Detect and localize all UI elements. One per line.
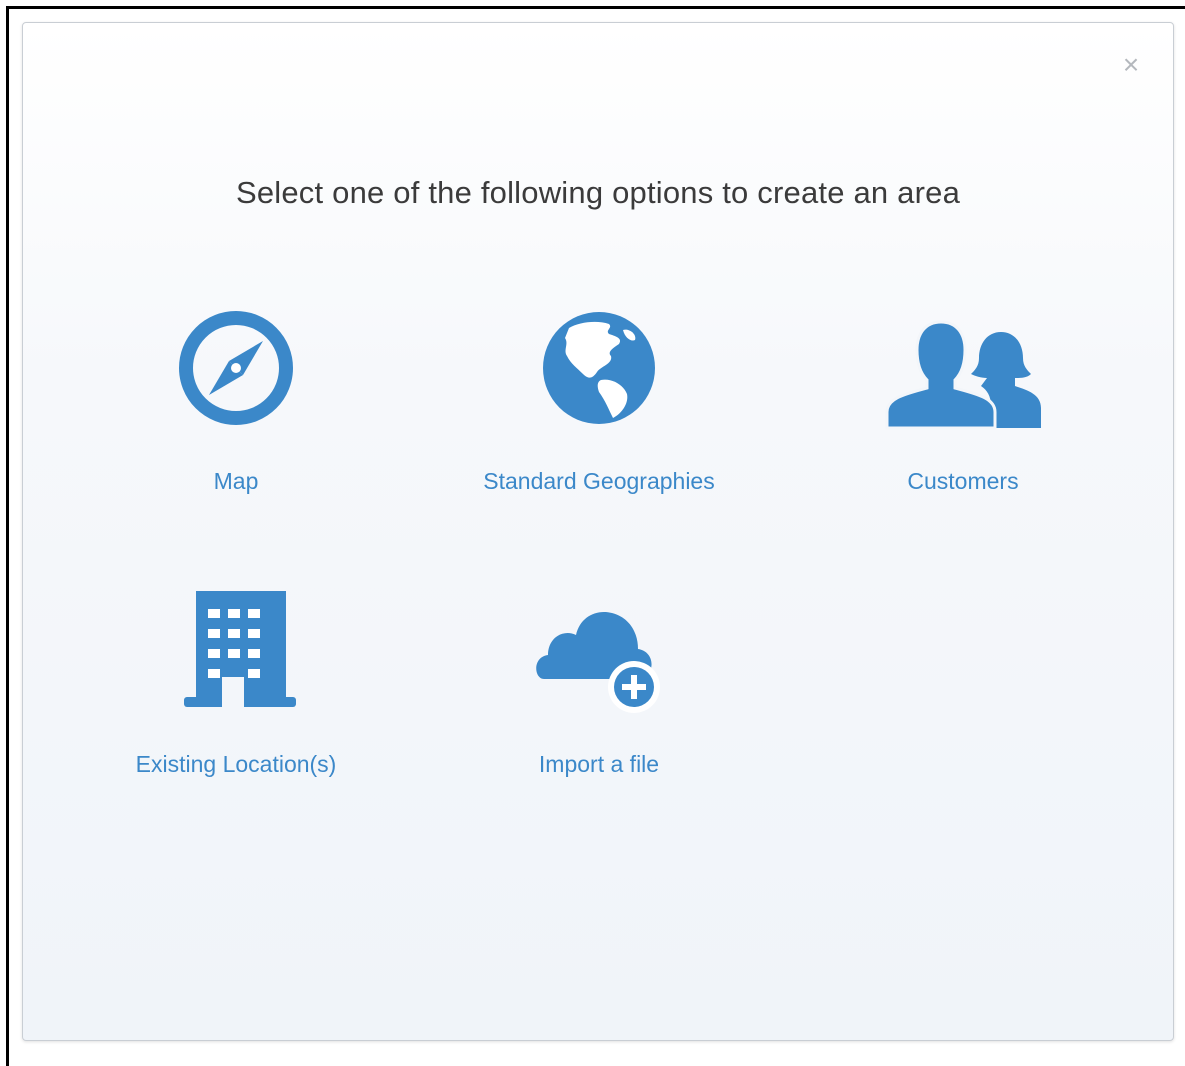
globe-icon [543,312,655,424]
people-icon [885,320,1041,430]
option-import-file[interactable]: Import a file [449,591,749,778]
option-existing-locations[interactable]: Existing Location(s) [86,591,386,778]
option-label: Customers [907,468,1019,494]
building-icon [184,591,296,707]
create-area-dialog: × Select one of the following options to… [22,22,1174,1041]
compass-icon [179,311,293,425]
close-icon[interactable]: × [1119,51,1143,79]
option-label: Import a file [538,751,660,777]
option-label: Standard Geographies [483,468,715,494]
option-standard-geographies[interactable]: Standard Geographies [449,308,749,495]
option-customers[interactable]: Customers [813,308,1113,495]
option-label: Existing Location(s) [135,751,337,777]
option-map[interactable]: Map [86,308,386,495]
cloud-add-icon [536,611,660,713]
dialog-title: Select one of the following options to c… [235,175,961,210]
option-label: Map [213,468,259,494]
